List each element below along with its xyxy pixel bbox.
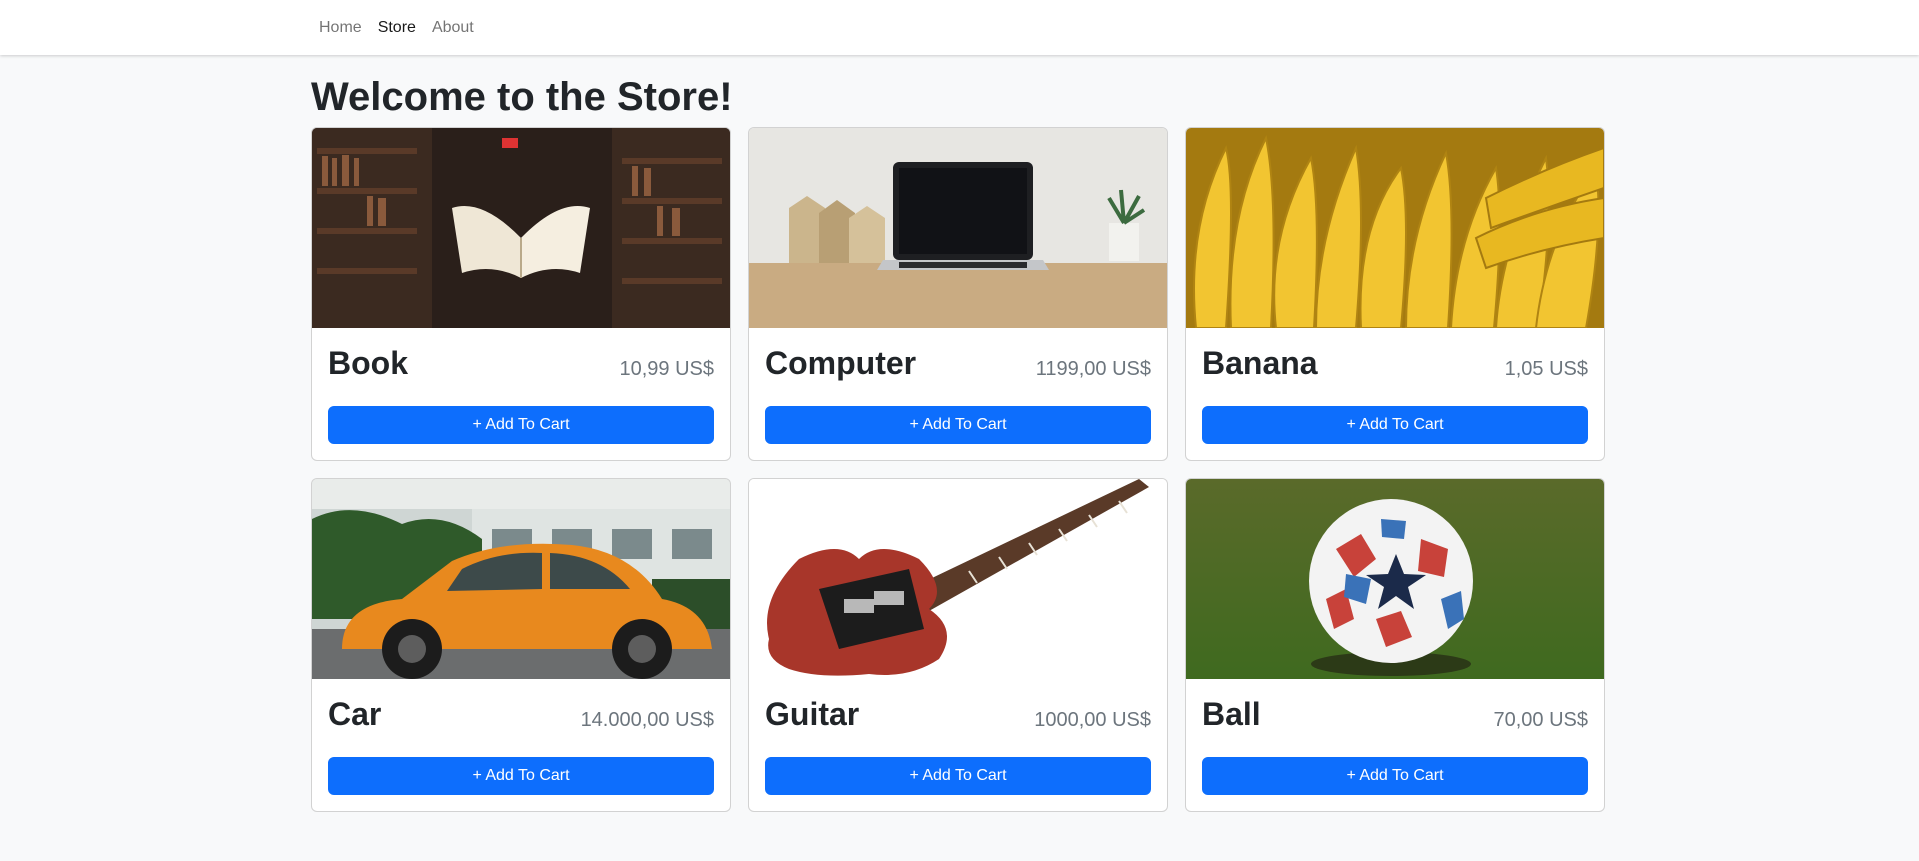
laptop-photo <box>749 128 1167 328</box>
product-card: Guitar 1000,00 US$ + Add To Cart <box>748 478 1168 812</box>
product-name: Book <box>328 345 408 381</box>
product-card: Book 10,99 US$ + Add To Cart <box>311 127 731 461</box>
page-title: Welcome to the Store! <box>311 75 733 119</box>
card-body: Banana 1,05 US$ + Add To Cart <box>1186 328 1604 460</box>
product-name: Car <box>328 696 382 732</box>
car-photo <box>312 479 730 679</box>
nav-link-about[interactable]: About <box>424 19 482 37</box>
product-name: Computer <box>765 345 917 381</box>
book-photo <box>312 128 730 328</box>
nav-link-home[interactable]: Home <box>311 19 370 37</box>
product-name: Ball <box>1202 696 1261 732</box>
card-body: Guitar 1000,00 US$ + Add To Cart <box>749 679 1167 811</box>
add-to-cart-button[interactable]: + Add To Cart <box>328 406 714 444</box>
banana-photo <box>1186 128 1604 328</box>
product-price: 70,00 US$ <box>1493 709 1588 731</box>
guitar-photo <box>749 479 1167 679</box>
add-to-cart-button[interactable]: + Add To Cart <box>328 757 714 795</box>
nav-links: Home Store About <box>311 0 482 55</box>
card-body: Computer 1199,00 US$ + Add To Cart <box>749 328 1167 460</box>
product-name: Banana <box>1202 345 1318 381</box>
product-price: 14.000,00 US$ <box>580 709 714 731</box>
product-name: Guitar <box>765 696 860 732</box>
product-card: Ball 70,00 US$ + Add To Cart <box>1185 478 1605 812</box>
add-to-cart-button[interactable]: + Add To Cart <box>765 406 1151 444</box>
product-price: 1000,00 US$ <box>1034 709 1151 731</box>
add-to-cart-button[interactable]: + Add To Cart <box>1202 757 1588 795</box>
ball-photo <box>1186 479 1604 679</box>
add-to-cart-button[interactable]: + Add To Cart <box>1202 406 1588 444</box>
add-to-cart-button[interactable]: + Add To Cart <box>765 757 1151 795</box>
product-price: 1199,00 US$ <box>1035 358 1151 380</box>
product-card: Car 14.000,00 US$ + Add To Cart <box>311 478 731 812</box>
product-price: 1,05 US$ <box>1504 358 1588 380</box>
product-card: Computer 1199,00 US$ + Add To Cart <box>748 127 1168 461</box>
card-body: Car 14.000,00 US$ + Add To Cart <box>312 679 730 811</box>
card-body: Book 10,99 US$ + Add To Cart <box>312 328 730 460</box>
product-card: Banana 1,05 US$ + Add To Cart <box>1185 127 1605 461</box>
product-grid: Book 10,99 US$ + Add To Cart Computer 11… <box>311 127 1607 812</box>
navbar: Home Store About <box>0 0 1919 55</box>
card-body: Ball 70,00 US$ + Add To Cart <box>1186 679 1604 811</box>
product-price: 10,99 US$ <box>619 358 714 380</box>
nav-link-store[interactable]: Store <box>370 19 424 37</box>
